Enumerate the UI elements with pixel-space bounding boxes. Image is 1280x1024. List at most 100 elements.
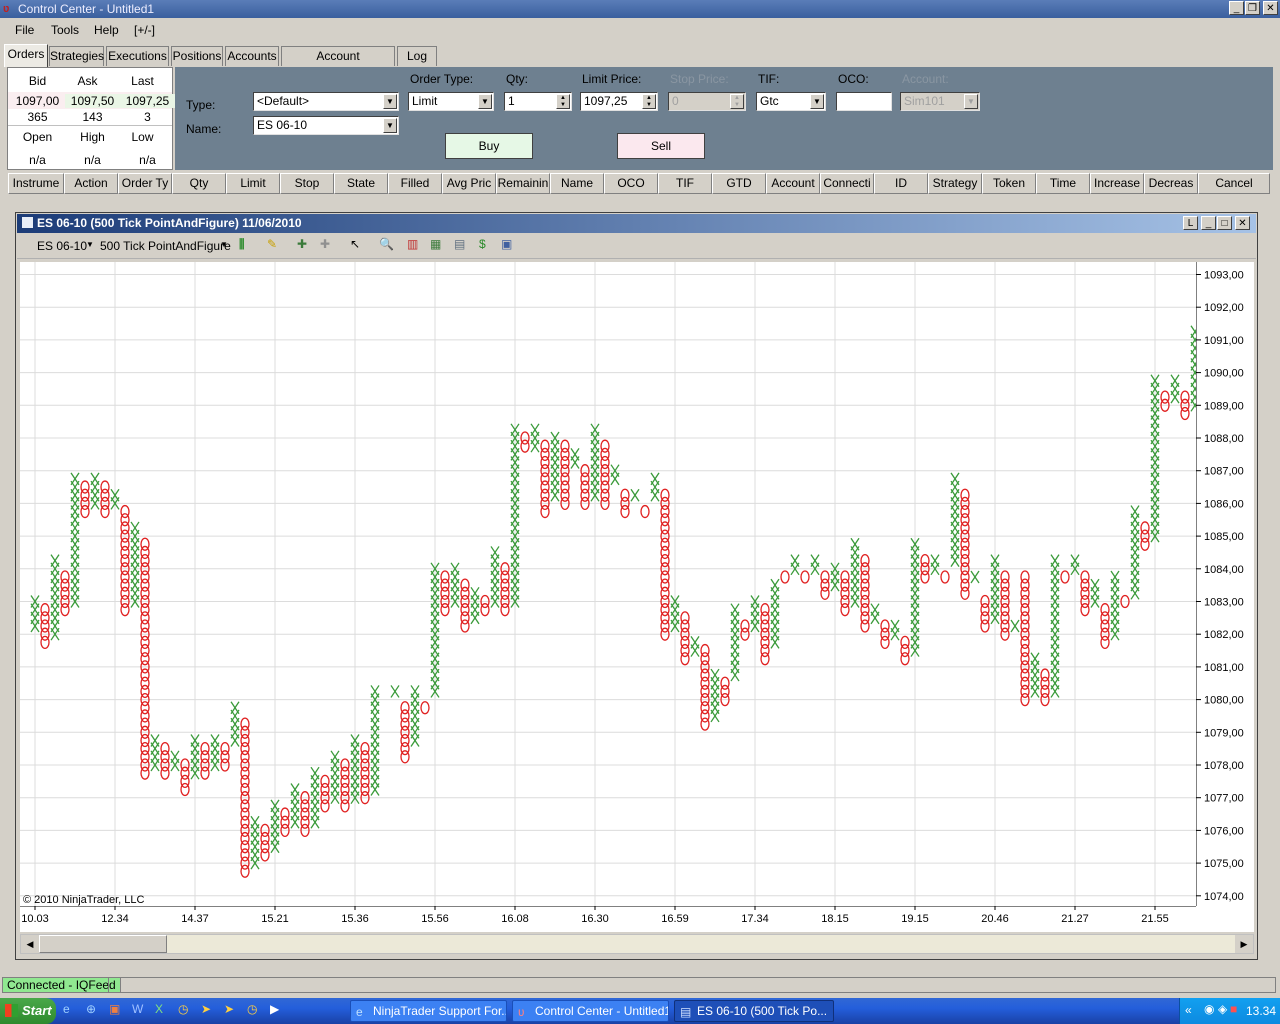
sell-button[interactable]: Sell — [617, 133, 705, 159]
column-header[interactable]: Increase — [1090, 173, 1144, 194]
media-icon[interactable]: ▶ — [270, 1002, 279, 1016]
tab-accounts[interactable]: Accounts — [225, 46, 279, 66]
o-mark — [860, 553, 870, 568]
dollar-icon[interactable]: $ — [479, 237, 486, 251]
menu-expand[interactable]: [+/-] — [134, 23, 155, 37]
volume-icon[interactable]: ◈ — [1218, 1002, 1227, 1016]
column-header[interactable]: Cancel — [1198, 173, 1270, 194]
column-header[interactable]: OCO — [604, 173, 658, 194]
period-selector[interactable]: 500 Tick PointAndFigure — [100, 239, 231, 253]
x-mark — [710, 668, 720, 682]
column-header[interactable]: TIF — [658, 173, 712, 194]
close-button[interactable]: ✕ — [1235, 216, 1250, 230]
tab-positions[interactable]: Positions — [171, 46, 223, 66]
pencil-icon[interactable]: ✎ — [267, 237, 277, 251]
column-header[interactable]: Decreas — [1144, 173, 1198, 194]
order-type-dropdown[interactable]: Limit ▼ — [408, 92, 494, 111]
type-dropdown[interactable]: <Default> ▼ — [253, 92, 399, 111]
tab-executions[interactable]: Executions — [106, 46, 169, 66]
add-indicator-icon[interactable]: ✚ — [297, 237, 307, 251]
tab-account-performance[interactable]: Account Performance — [281, 46, 395, 82]
properties-icon[interactable]: ▣ — [501, 237, 512, 251]
scroll-thumb[interactable] — [39, 935, 167, 953]
scroll-right-button[interactable]: ▶ — [1235, 935, 1253, 953]
link-icon[interactable]: L — [1183, 216, 1198, 230]
oco-input[interactable] — [836, 92, 892, 111]
column-header[interactable]: Limit — [226, 173, 280, 194]
column-header[interactable]: Connecti — [820, 173, 874, 194]
name-dropdown[interactable]: ES 06-10 ▼ — [253, 116, 399, 135]
remove-indicator-icon[interactable]: ✚ — [320, 237, 330, 251]
column-header[interactable]: Strategy — [928, 173, 982, 194]
tab-orders[interactable]: Orders — [4, 44, 48, 67]
scroll-left-button[interactable]: ◀ — [21, 935, 39, 953]
instrument-selector[interactable]: ES 06-10 — [37, 239, 87, 253]
pointer-icon[interactable]: ↖ — [350, 237, 360, 251]
powerpoint-icon[interactable]: ▣ — [109, 1002, 120, 1016]
shield-icon[interactable]: ■ — [1230, 1002, 1237, 1016]
horizontal-scrollbar[interactable]: ◀ ▶ — [20, 934, 1254, 954]
menu-file[interactable]: File — [15, 23, 34, 37]
tif-dropdown[interactable]: Gtc ▼ — [756, 92, 826, 111]
spinner-icon[interactable]: ▲ ▼ — [556, 94, 570, 109]
maximize-button[interactable]: □ — [1217, 216, 1232, 230]
ie-icon[interactable]: e — [63, 1002, 70, 1016]
chevron-down-icon[interactable]: ▼ — [86, 240, 94, 249]
column-header[interactable]: Name — [550, 173, 604, 194]
column-header[interactable]: ID — [874, 173, 928, 194]
o-mark — [120, 504, 130, 519]
time-axis[interactable]: 10.03 12.34 14.37 15.21 15.36 15.56 16.08 16.30… — [20, 906, 1254, 932]
column-header[interactable]: GTD — [712, 173, 766, 194]
chart-plot-area[interactable]: © 2010 NinjaTrader, LLC — [20, 262, 1196, 906]
limit-price-stepper[interactable]: 1097,25 ▲ ▼ — [580, 92, 658, 111]
column-header[interactable]: Instrume — [8, 173, 64, 194]
qty-value: 1 — [508, 94, 515, 108]
column-header[interactable]: Qty — [172, 173, 226, 194]
ie-icon[interactable]: ⊕ — [86, 1002, 96, 1016]
bar-style-icon[interactable]: ⫼ — [239, 237, 245, 252]
close-button[interactable]: ✕ — [1263, 1, 1278, 15]
restore-button[interactable]: ❐ — [1245, 1, 1260, 15]
tab-strategies[interactable]: Strategies — [49, 46, 104, 66]
system-tray: « ◉ ◈ ■ 13.34 — [1179, 998, 1280, 1024]
network-icon[interactable]: ◉ — [1204, 1002, 1214, 1016]
column-header[interactable]: Action — [64, 173, 118, 194]
start-button[interactable]: Start — [0, 998, 56, 1024]
buy-button[interactable]: Buy — [445, 133, 533, 159]
price-axis[interactable]: 1074,00 1075,00 1076,00 1077,00 1078,00 1079,… — [1196, 262, 1254, 906]
data-series-icon[interactable]: ▥ — [407, 237, 418, 251]
tab-log[interactable]: Log — [397, 46, 437, 66]
column-header[interactable]: Time — [1036, 173, 1090, 194]
app-icon[interactable]: ➤ — [224, 1002, 234, 1016]
excel-icon[interactable]: X — [155, 1002, 163, 1016]
column-header[interactable]: Remainin — [496, 173, 550, 194]
column-header[interactable]: Account — [766, 173, 820, 194]
menu-help[interactable]: Help — [94, 23, 119, 37]
chevron-down-icon[interactable]: ▼ — [220, 240, 228, 249]
column-header[interactable]: Order Ty — [118, 173, 172, 194]
zoom-icon[interactable]: 🔍 — [379, 237, 394, 251]
chevron-down-icon: ▼ — [964, 94, 978, 109]
column-header[interactable]: State — [334, 173, 388, 194]
x-mark — [410, 685, 420, 698]
clock-app-icon[interactable]: ◷ — [178, 1002, 188, 1016]
task-chart[interactable]: ▤ ES 06-10 (500 Tick Po... — [674, 1000, 834, 1022]
tray-expand-icon[interactable]: « — [1185, 1003, 1192, 1017]
minimize-button[interactable]: _ — [1229, 1, 1244, 15]
clock-app-icon[interactable]: ◷ — [247, 1002, 257, 1016]
column-header[interactable]: Token — [982, 173, 1036, 194]
strategies-icon[interactable]: ▤ — [454, 237, 465, 251]
column-header[interactable]: Filled — [388, 173, 442, 194]
word-icon[interactable]: W — [132, 1002, 143, 1016]
qty-stepper[interactable]: 1 ▲ ▼ — [504, 92, 572, 111]
minimize-button[interactable]: _ — [1201, 216, 1216, 230]
menu-tools[interactable]: Tools — [51, 23, 79, 37]
column-header[interactable]: Stop — [280, 173, 334, 194]
spinner-icon[interactable]: ▲ ▼ — [642, 94, 656, 109]
task-ninjatrader-support[interactable]: e NinjaTrader Support For... — [350, 1000, 507, 1022]
task-control-center[interactable]: ʋ Control Center - Untitled1 — [512, 1000, 669, 1022]
column-header[interactable]: Avg Pric — [442, 173, 496, 194]
o-mark — [1020, 570, 1030, 584]
app-icon[interactable]: ➤ — [201, 1002, 211, 1016]
indicators-icon[interactable]: ▦ — [430, 237, 441, 251]
